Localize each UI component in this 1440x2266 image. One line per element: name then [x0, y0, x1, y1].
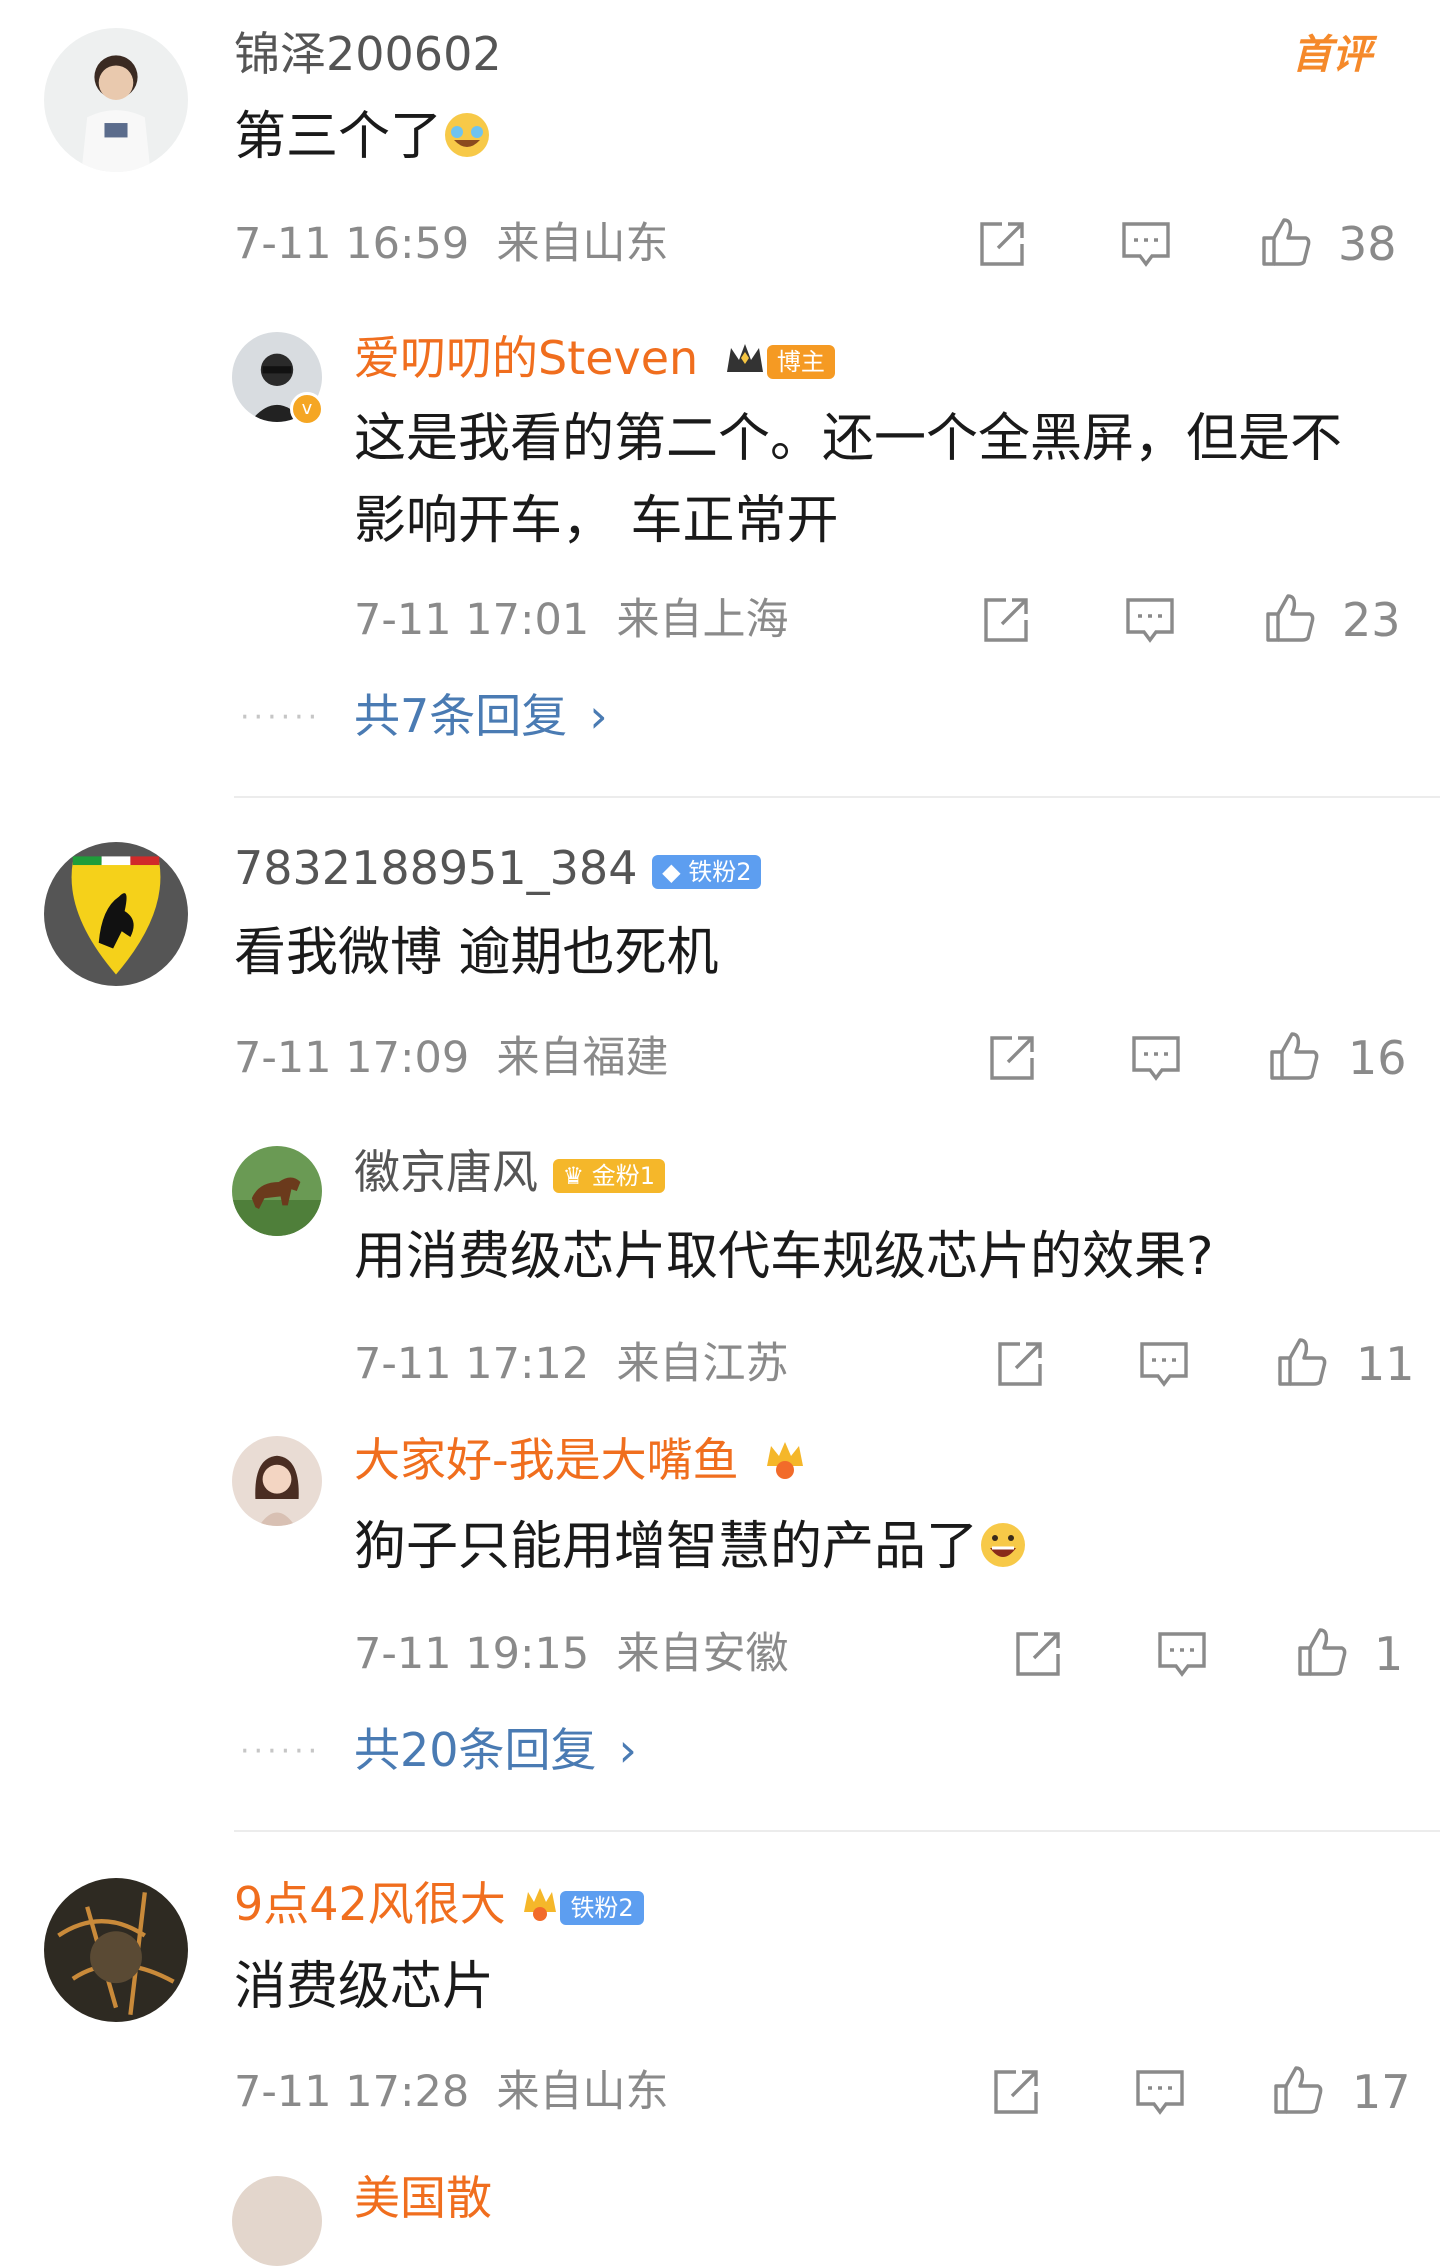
avatar[interactable]	[232, 1146, 322, 1236]
comment-divider	[234, 796, 1440, 798]
like-count: 17	[1352, 2065, 1411, 2119]
reply-date: 7-11 17:01	[354, 595, 590, 645]
reply-text-line: 影响开车， 车正常开	[354, 491, 839, 551]
comment-username[interactable]: 锦泽200602	[234, 26, 502, 82]
crown-icon	[723, 334, 767, 374]
comment-time: 7-11 17:09 来自福建	[234, 1032, 669, 1084]
laughing-tears-emoji-icon	[442, 110, 492, 160]
comment-icon[interactable]	[1136, 1336, 1192, 1392]
reply-time: 7-11 17:12 来自江苏	[354, 1338, 789, 1390]
like-icon[interactable]	[1294, 1624, 1350, 1680]
like-count: 1	[1374, 1627, 1404, 1681]
share-icon[interactable]	[984, 1030, 1040, 1086]
comment-icon[interactable]	[1132, 2064, 1188, 2120]
comment-text: 看我微博 逾期也死机	[234, 923, 719, 983]
reply-date: 7-11 19:15	[354, 1629, 590, 1679]
avatar[interactable]	[44, 842, 188, 986]
view-replies-label: 共7条回复	[354, 689, 568, 743]
fan-badge: ◆ 铁粉2	[652, 854, 762, 889]
comment-location: 来自福建	[496, 1033, 669, 1083]
fan-badge-label: 金粉1	[591, 1161, 656, 1190]
more-replies-dots: ······	[240, 700, 322, 735]
comment-username[interactable]: 7832188951_384 ◆ 铁粉2	[234, 840, 762, 896]
comment-icon[interactable]	[1154, 1626, 1210, 1682]
comment-text: 消费级芯片	[234, 1957, 495, 2017]
fan-badge: ♛ 金粉1	[552, 1158, 666, 1193]
comment-text: 第三个了	[234, 96, 492, 178]
chevron-right-icon: ›	[618, 1723, 637, 1777]
comment-username[interactable]: 9点42风很大 铁粉2	[234, 1876, 644, 1932]
comment-date: 7-11 16:59	[234, 219, 470, 269]
share-icon[interactable]	[978, 592, 1034, 648]
comment-username-text: 7832188951_384	[234, 841, 638, 895]
reply-time: 7-11 19:15 来自安徽	[354, 1628, 789, 1680]
comment-divider	[234, 1830, 1440, 1832]
crown-icon	[761, 1436, 809, 1484]
fan-badge-label: 铁粉2	[688, 857, 752, 886]
reply-username-text: 徽京唐风	[354, 1145, 538, 1199]
reply-text: 这是我看的第二个。还一个全黑屏，但是不 影响开车， 车正常开	[354, 398, 1414, 562]
comment-icon[interactable]	[1122, 592, 1178, 648]
crown-icon: ♛	[562, 1161, 585, 1190]
more-replies-dots: ······	[240, 1734, 322, 1769]
like-count: 16	[1348, 1031, 1407, 1085]
reply-location: 来自安徽	[616, 1629, 789, 1679]
comment-location: 来自山东	[496, 219, 669, 269]
reply-location: 来自上海	[616, 595, 789, 645]
comment-icon[interactable]	[1128, 1030, 1184, 1086]
like-count: 11	[1356, 1337, 1415, 1391]
comment-icon[interactable]	[1118, 216, 1174, 272]
like-icon[interactable]	[1270, 2062, 1326, 2118]
first-comment-tag: 首评	[1292, 32, 1372, 78]
view-replies-label: 共20条回复	[354, 1723, 597, 1777]
avatar[interactable]	[232, 1436, 322, 1526]
like-count: 38	[1338, 217, 1397, 271]
avatar[interactable]	[44, 28, 188, 172]
like-icon[interactable]	[1266, 1028, 1322, 1084]
like-icon[interactable]	[1262, 590, 1318, 646]
comment-location: 来自山东	[496, 2067, 669, 2117]
like-count: 23	[1342, 593, 1401, 647]
reply-username[interactable]: 徽京唐风 ♛ 金粉1	[354, 1144, 666, 1200]
reply-date: 7-11 17:12	[354, 1339, 590, 1389]
reply-username[interactable]: 爱叨叨的Steven 博主	[354, 330, 835, 386]
reply-text: 用消费级芯片取代车规级芯片的效果?	[354, 1227, 1214, 1287]
comment-username-text: 9点42风很大	[234, 1877, 506, 1931]
verified-badge-icon: v	[290, 392, 324, 426]
view-replies-link[interactable]: 共20条回复 ›	[354, 1722, 637, 1778]
avatar[interactable]	[44, 1878, 188, 2022]
diamond-icon: ◆	[662, 857, 681, 886]
chevron-right-icon: ›	[589, 689, 608, 743]
comment-time: 7-11 17:28 来自山东	[234, 2066, 669, 2118]
reply-username[interactable]: 大家好-我是大嘴鱼	[354, 1432, 809, 1488]
comment-date: 7-11 17:09	[234, 1033, 470, 1083]
grinning-emoji-icon	[978, 1520, 1028, 1570]
comment-time: 7-11 16:59 来自山东	[234, 218, 669, 270]
reply-username-text: 大家好-我是大嘴鱼	[354, 1433, 739, 1487]
view-replies-link[interactable]: 共7条回复 ›	[354, 688, 608, 744]
reply-username-text: 爱叨叨的Steven	[354, 331, 699, 385]
reply-text-line: 这是我看的第二个。还一个全黑屏，但是不	[354, 409, 1343, 469]
fan-badge: 铁粉2	[560, 1890, 644, 1925]
like-icon[interactable]	[1274, 1334, 1330, 1390]
reply-username[interactable]: 美国散	[354, 2170, 492, 2226]
reply-text: 狗子只能用增智慧的产品了	[354, 1506, 1028, 1588]
reply-location: 来自江苏	[616, 1339, 789, 1389]
blogger-badge: 博主	[766, 344, 835, 379]
share-icon[interactable]	[974, 216, 1030, 272]
reply-time: 7-11 17:01 来自上海	[354, 594, 789, 646]
crown-icon	[520, 1880, 560, 1921]
comment-text-content: 第三个了	[234, 107, 443, 167]
comment-date: 7-11 17:28	[234, 2067, 470, 2117]
share-icon[interactable]	[1010, 1626, 1066, 1682]
reply-text-content: 狗子只能用增智慧的产品了	[354, 1517, 979, 1577]
avatar[interactable]	[232, 2176, 322, 2266]
share-icon[interactable]	[988, 2064, 1044, 2120]
share-icon[interactable]	[992, 1336, 1048, 1392]
like-icon[interactable]	[1258, 214, 1314, 270]
